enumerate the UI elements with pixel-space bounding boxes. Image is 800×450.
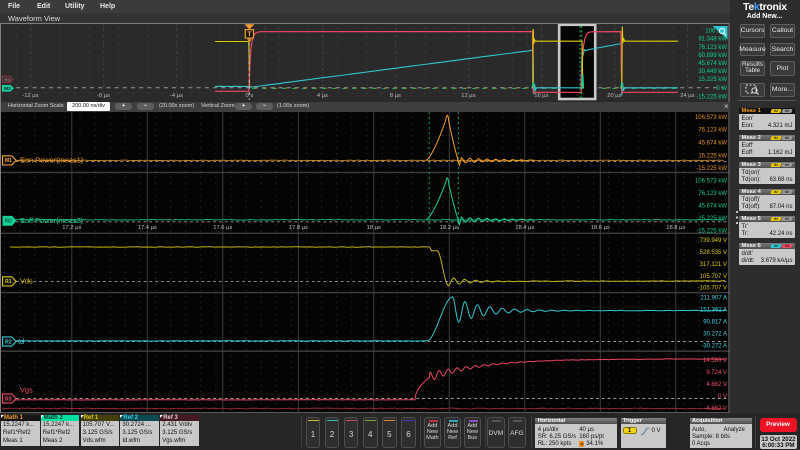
svg-text:20 µs: 20 µs [607, 93, 621, 99]
svg-text:30.272 A: 30.272 A [703, 331, 727, 337]
svg-text:17.8 µs: 17.8 µs [289, 225, 308, 231]
svg-text:Eoff Power(meas2): Eoff Power(meas2) [20, 216, 83, 225]
svg-text:106.573 kW: 106.573 kW [695, 179, 727, 185]
svg-text:17.4 µs: 17.4 µs [138, 225, 157, 231]
svg-text:76.123 kW: 76.123 kW [698, 128, 727, 134]
svg-text:-105.707 V: -105.707 V [698, 286, 727, 292]
svg-text:18.4 µs: 18.4 µs [515, 225, 534, 231]
svg-text:15.225 kW: 15.225 kW [698, 216, 727, 222]
svg-text:-30.272 A: -30.272 A [701, 343, 727, 349]
svg-text:-12 µs: -12 µs [22, 93, 38, 99]
svg-text:9.724 V: 9.724 V [706, 370, 727, 376]
svg-text:-15.225 kW: -15.225 kW [696, 94, 727, 100]
svg-text:24 µs: 24 µs [680, 93, 694, 99]
svg-text:R3: R3 [5, 396, 12, 402]
svg-text:14.586 V: 14.586 V [703, 358, 727, 364]
svg-text:90.817 A: 90.817 A [703, 319, 727, 325]
svg-text:0 V: 0 V [718, 394, 727, 400]
svg-text:R1: R1 [5, 279, 12, 285]
svg-text:105.707 V: 105.707 V [700, 274, 727, 280]
svg-text:18.8 µs: 18.8 µs [666, 225, 685, 231]
svg-text:18.6 µs: 18.6 µs [591, 225, 610, 231]
svg-text:Vds: Vds [20, 277, 33, 286]
svg-text:60.899 kW: 60.899 kW [698, 53, 727, 59]
svg-text:17.6 µs: 17.6 µs [213, 225, 232, 231]
svg-text:16 µs: 16 µs [534, 93, 548, 99]
svg-text:R2: R2 [5, 339, 12, 345]
svg-text:76.123 kW: 76.123 kW [698, 45, 727, 51]
svg-text:-15.225 kW: -15.225 kW [696, 166, 727, 172]
svg-text:45.674 kW: 45.674 kW [698, 61, 727, 67]
svg-text:-4.862 V: -4.862 V [704, 406, 727, 412]
svg-text:528.535 V: 528.535 V [700, 250, 727, 256]
svg-text:M2: M2 [5, 219, 12, 225]
svg-text:8 µs: 8 µs [390, 93, 401, 99]
svg-text:151.362 A: 151.362 A [700, 308, 727, 314]
svg-text:739.949 V: 739.949 V [700, 238, 727, 244]
svg-text:Eon Power(meas1): Eon Power(meas1) [20, 156, 83, 165]
svg-text:-15.225 kW: -15.225 kW [696, 229, 727, 235]
svg-text:17.2 µs: 17.2 µs [62, 225, 81, 231]
svg-text:R3: R3 [4, 77, 10, 83]
svg-text:Id: Id [18, 337, 24, 346]
svg-text:91.348 kW: 91.348 kW [698, 37, 727, 43]
svg-text:Vgs: Vgs [20, 386, 33, 395]
svg-text:18.2 µs: 18.2 µs [440, 225, 459, 231]
svg-text:18 µs: 18 µs [367, 225, 381, 231]
svg-text:12 µs: 12 µs [461, 93, 475, 99]
svg-text:0 s: 0 s [246, 93, 254, 99]
svg-text:M1: M1 [5, 158, 12, 164]
svg-text:30.449 kW: 30.449 kW [698, 69, 727, 75]
svg-text:317.121 V: 317.121 V [700, 262, 727, 268]
svg-text:45.674 kW: 45.674 kW [698, 204, 727, 210]
svg-text:106.573 kW: 106.573 kW [695, 115, 727, 121]
svg-text:15.225 kW: 15.225 kW [698, 77, 727, 83]
svg-text:45.674 kW: 45.674 kW [698, 141, 727, 147]
svg-text:15.225 kW: 15.225 kW [698, 154, 727, 160]
svg-text:0 W: 0 W [716, 86, 727, 92]
svg-text:-4 µs: -4 µs [170, 93, 183, 99]
svg-text:4 µs: 4 µs [317, 93, 328, 99]
svg-text:M2: M2 [4, 86, 11, 92]
svg-text:76.123 kW: 76.123 kW [698, 191, 727, 197]
svg-text:-8 µs: -8 µs [97, 93, 110, 99]
svg-text:4.862 V: 4.862 V [706, 382, 727, 388]
svg-text:211.907 A: 211.907 A [700, 296, 727, 302]
